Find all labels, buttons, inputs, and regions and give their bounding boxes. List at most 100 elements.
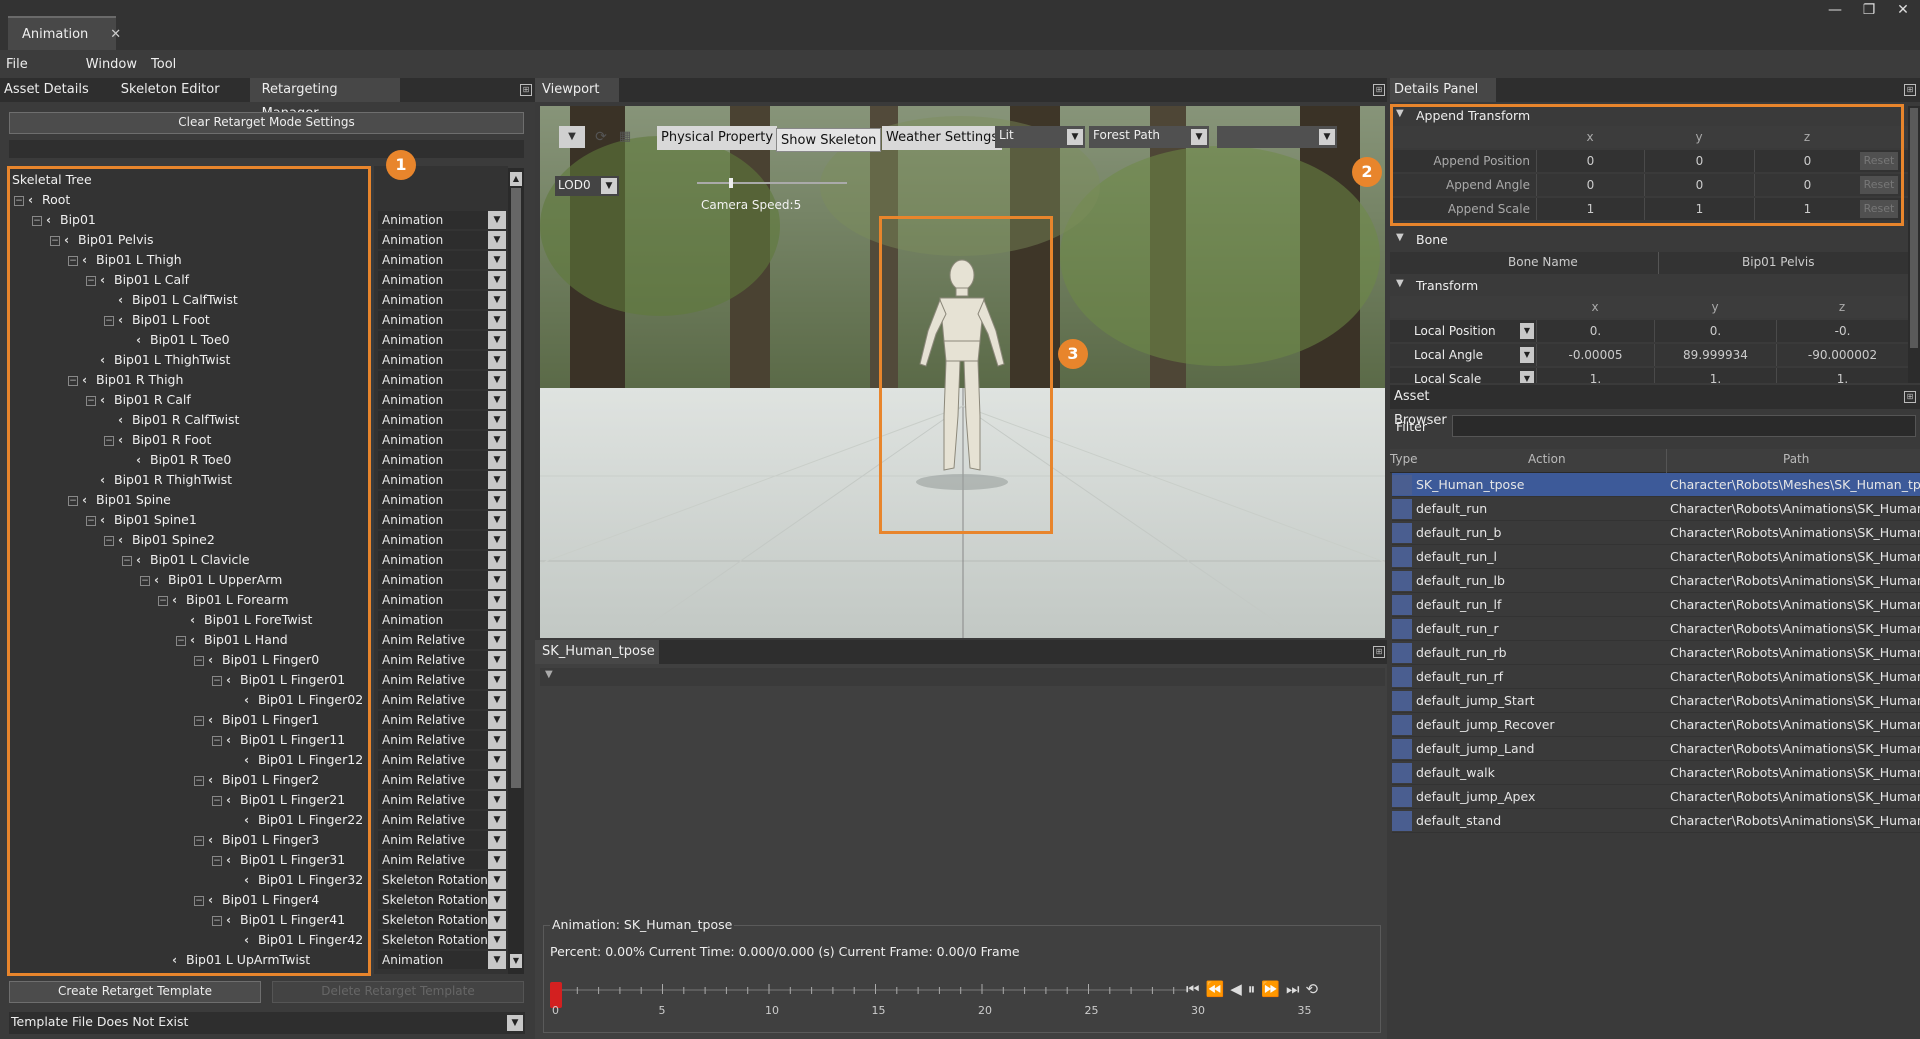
tab-skeleton-editor[interactable]: Skeleton Editor — [109, 78, 250, 102]
image-icon[interactable]: ▦ — [615, 126, 635, 148]
column-type[interactable]: Type — [1390, 452, 1418, 466]
column-action[interactable]: Action — [1528, 452, 1566, 466]
bone-type-select[interactable]: Animation ▼ — [376, 450, 506, 470]
bone-type-select[interactable]: Animation ▼ — [376, 370, 506, 390]
tree-row[interactable]: − ‹ Bip01 L Finger01 — [212, 670, 345, 690]
grid-value-z[interactable]: -90.000002 — [1776, 344, 1908, 366]
tree-row[interactable]: − ‹ Bip01 Spine — [68, 490, 171, 510]
menu-file[interactable]: File — [6, 57, 28, 72]
tree-row[interactable]: − ‹ Bip01 L Clavicle — [122, 550, 250, 570]
bone-type-select[interactable]: Animation ▼ — [376, 290, 506, 310]
chevron-down-icon[interactable]: ▼ — [1520, 347, 1534, 363]
asset-row[interactable]: SK_Human_tpose Character\Robots\Meshes\SK… — [1392, 473, 1920, 497]
grid-value-x[interactable]: -0.00005 — [1536, 344, 1654, 366]
tree-row[interactable]: ‹ Bip01 L CalfTwist — [104, 290, 238, 310]
skip-start-icon[interactable]: ⏮ — [1186, 980, 1200, 1000]
chevron-down-icon[interactable]: ▼ — [488, 311, 506, 329]
chevron-down-icon[interactable]: ▼ — [488, 291, 506, 309]
bone-type-select[interactable]: Animation ▼ — [376, 230, 506, 250]
tree-row[interactable]: − ‹ Bip01 L Thigh — [68, 250, 182, 270]
grid-value-x[interactable]: 0 — [1536, 150, 1644, 172]
expand-icon[interactable]: − — [68, 255, 78, 266]
chevron-down-icon[interactable]: ▼ — [488, 231, 506, 249]
tree-row[interactable]: − ‹ Bip01 L Finger2 — [194, 770, 319, 790]
chevron-down-icon[interactable]: ▼ — [601, 178, 617, 194]
chevron-down-icon[interactable]: ▼ — [488, 831, 506, 849]
document-tab[interactable]: Animation ✕ — [8, 16, 121, 50]
bone-type-select[interactable]: Animation ▼ — [376, 950, 506, 970]
pause-icon[interactable]: ⏸ — [1248, 980, 1256, 1000]
bone-type-select[interactable]: Skeleton Rotation ▼ — [376, 870, 506, 890]
tree-row[interactable]: ‹ Bip01 L Toe0 — [122, 330, 230, 350]
collapse-icon[interactable]: ▼ — [1396, 232, 1404, 243]
chevron-down-icon[interactable]: ▼ — [488, 351, 506, 369]
tree-row[interactable]: ‹ Bip01 L Finger32 — [230, 870, 363, 890]
grid-value-x[interactable]: 1 — [1536, 198, 1644, 220]
bone-type-select[interactable]: Animation ▼ — [376, 470, 506, 490]
view-menu-button[interactable]: ▼ — [559, 126, 585, 148]
chevron-down-icon[interactable]: ▼ — [488, 851, 506, 869]
tree-row[interactable]: ‹ Bip01 L Finger12 — [230, 750, 363, 770]
scroll-thumb[interactable] — [511, 188, 521, 788]
tree-row[interactable]: − ‹ Root — [14, 190, 70, 210]
bone-type-select[interactable]: Animation ▼ — [376, 270, 506, 290]
expand-icon[interactable]: − — [212, 795, 222, 806]
grid-value-y[interactable]: 0. — [1654, 320, 1776, 342]
expand-icon[interactable]: − — [32, 215, 42, 226]
bone-type-select[interactable]: Anim Relative ▼ — [376, 650, 506, 670]
expand-icon[interactable]: − — [104, 535, 114, 546]
details-scroll-thumb[interactable] — [1910, 108, 1918, 348]
chevron-down-icon[interactable]: ▼ — [488, 431, 506, 449]
tab-details-panel[interactable]: Details Panel — [1390, 78, 1496, 102]
bone-type-select[interactable]: Anim Relative ▼ — [376, 850, 506, 870]
tree-row[interactable]: − ‹ Bip01 L Finger11 — [212, 730, 345, 750]
chevron-down-icon[interactable]: ▼ — [488, 651, 506, 669]
asset-row[interactable]: default_walk Character\Robots\Animations\… — [1392, 761, 1920, 785]
tree-row[interactable]: − ‹ Bip01 L UpperArm — [140, 570, 282, 590]
chevron-down-icon[interactable]: ▼ — [488, 611, 506, 629]
animation-dock-icon[interactable]: ⊞ — [1373, 646, 1385, 658]
camera-speed-slider[interactable] — [697, 178, 847, 188]
expand-icon[interactable]: − — [212, 915, 222, 926]
tree-row[interactable]: ‹ Bip01 R Toe0 — [122, 450, 231, 470]
asset-row[interactable]: default_run_lb Character\Robots\Animation… — [1392, 569, 1920, 593]
chevron-down-icon[interactable]: ▼ — [1520, 323, 1534, 339]
menu-window[interactable]: Window — [86, 57, 137, 72]
expand-icon[interactable]: − — [194, 895, 204, 906]
bone-type-select[interactable]: Skeleton Rotation ▼ — [376, 910, 506, 930]
bone-type-select[interactable]: Animation ▼ — [376, 310, 506, 330]
clear-retarget-button[interactable]: Clear Retarget Mode Settings — [9, 112, 524, 134]
chevron-down-icon[interactable]: ▼ — [488, 571, 506, 589]
bone-type-select[interactable]: Anim Relative ▼ — [376, 790, 506, 810]
create-retarget-template-button[interactable]: Create Retarget Template — [9, 981, 261, 1003]
details-dock-icon[interactable]: ⊞ — [1904, 84, 1916, 96]
chevron-down-icon[interactable]: ▼ — [488, 691, 506, 709]
chevron-down-icon[interactable]: ▼ — [488, 731, 506, 749]
close-tab-icon[interactable]: ✕ — [110, 27, 121, 42]
tab-retargeting-manager[interactable]: Retargeting Manager — [249, 78, 400, 121]
expand-icon[interactable]: − — [212, 675, 222, 686]
bone-type-select[interactable]: Animation ▼ — [376, 410, 506, 430]
collapse-icon[interactable]: ▼ — [545, 669, 553, 680]
reset-button[interactable]: Reset — [1860, 200, 1898, 218]
chevron-down-icon[interactable]: ▼ — [488, 771, 506, 789]
asset-row[interactable]: default_run_r Character\Robots\Animations… — [1392, 617, 1920, 641]
scroll-up-icon[interactable]: ▲ — [510, 172, 522, 186]
asset-browser-dock-icon[interactable]: ⊞ — [1904, 391, 1916, 403]
tree-row[interactable]: ‹ Bip01 L Finger22 — [230, 810, 363, 830]
chevron-down-icon[interactable]: ▼ — [488, 511, 506, 529]
chevron-down-icon[interactable]: ▼ — [488, 491, 506, 509]
expand-icon[interactable]: − — [104, 315, 114, 326]
expand-icon[interactable]: − — [104, 435, 114, 446]
expand-icon[interactable]: − — [14, 195, 24, 206]
grid-value-x[interactable]: 0 — [1536, 174, 1644, 196]
bone-type-select[interactable]: Animation ▼ — [376, 570, 506, 590]
restore-button[interactable]: ❐ — [1852, 0, 1886, 22]
grid-value-z[interactable]: 0 — [1754, 174, 1860, 196]
grid-value-y[interactable]: 0 — [1644, 150, 1754, 172]
grid-value-z[interactable]: 1 — [1754, 198, 1860, 220]
transform-section-header[interactable]: ▼ Transform — [1390, 276, 1908, 296]
bone-type-select[interactable]: Animation ▼ — [376, 550, 506, 570]
tab-sk-human-tpose[interactable]: SK_Human_tpose — [535, 640, 659, 664]
collapse-icon[interactable]: ▼ — [1396, 278, 1404, 289]
